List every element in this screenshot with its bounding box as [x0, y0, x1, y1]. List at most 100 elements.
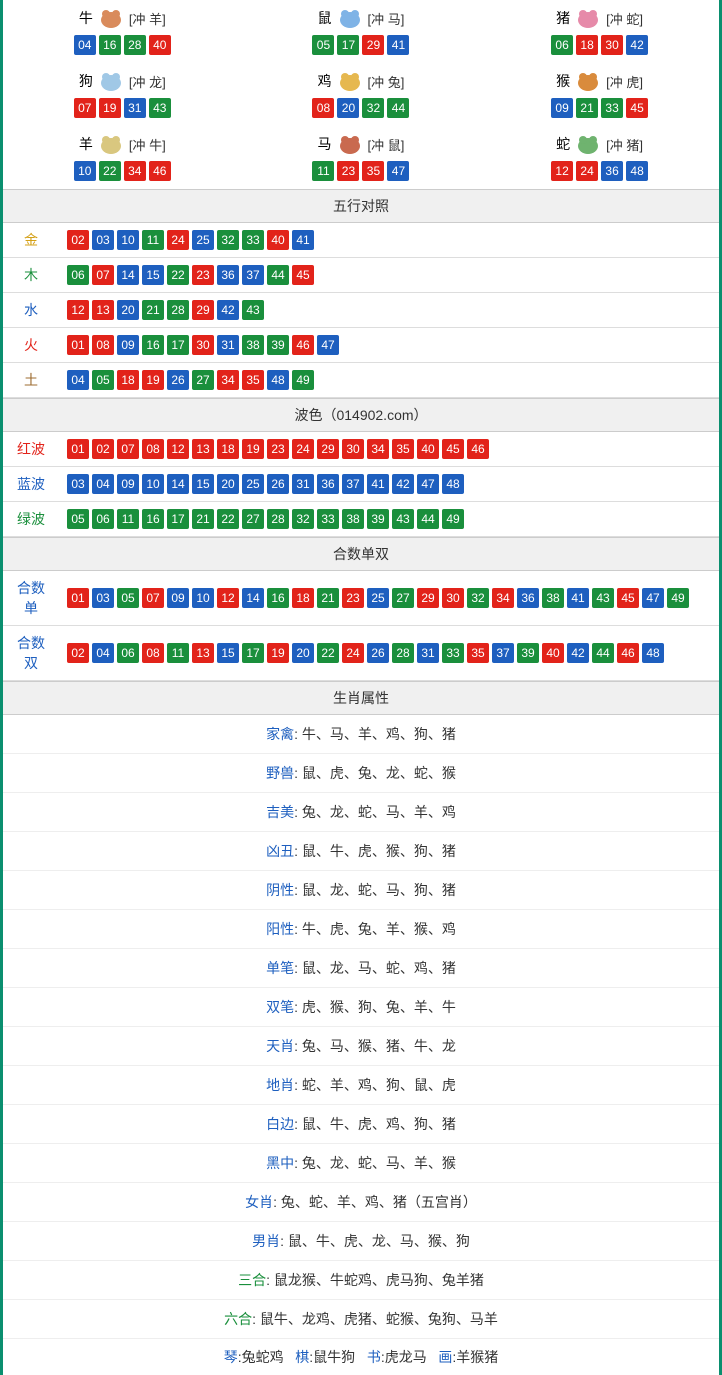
row-label: 合数双 — [3, 626, 59, 681]
row-label: 金 — [3, 223, 59, 258]
table-row: 合数单 010305070910121416182123252729303234… — [3, 571, 719, 626]
number-ball: 11 — [142, 230, 164, 250]
table-row: 红波 0102070812131819232429303435404546 — [3, 432, 719, 467]
number-ball: 41 — [367, 474, 389, 494]
number-ball: 25 — [192, 230, 214, 250]
number-ball: 35 — [362, 161, 384, 181]
zodiac-clash: [冲 羊] — [129, 9, 166, 28]
row-label: 火 — [3, 328, 59, 363]
number-ball: 43 — [392, 509, 414, 529]
attr-key: 白边 — [266, 1116, 294, 1132]
number-ball: 06 — [551, 35, 573, 55]
number-ball: 10 — [142, 474, 164, 494]
table-row: 金 02031011242532334041 — [3, 223, 719, 258]
attr-row: 男肖: 鼠、牛、虎、龙、马、猴、狗 — [3, 1222, 719, 1261]
number-ball: 30 — [192, 335, 214, 355]
attr-key: 男肖 — [252, 1233, 280, 1249]
attr-row: 野兽: 鼠、虎、兔、龙、蛇、猴 — [3, 754, 719, 793]
number-ball: 05 — [312, 35, 334, 55]
number-ball: 05 — [117, 588, 139, 608]
zodiac-name: 猪 — [556, 8, 570, 28]
number-ball: 10 — [117, 230, 139, 250]
number-ball: 19 — [99, 98, 121, 118]
number-ball: 29 — [317, 439, 339, 459]
attr-val: : 鼠、龙、蛇、马、狗、猪 — [294, 882, 456, 898]
qqs-key: 画 — [438, 1349, 452, 1365]
number-ball: 22 — [99, 161, 121, 181]
number-ball: 30 — [342, 439, 364, 459]
number-ball: 04 — [74, 35, 96, 55]
number-ball: 41 — [567, 588, 589, 608]
number-ball: 46 — [467, 439, 489, 459]
number-ball: 03 — [92, 230, 114, 250]
attr-val: : 牛、虎、兔、羊、猴、鸡 — [294, 921, 456, 937]
number-ball: 47 — [417, 474, 439, 494]
attr-val: : 兔、龙、蛇、马、羊、猴 — [294, 1155, 456, 1171]
zodiac-cell: 鸡 [冲 兔] 08203244 — [242, 63, 481, 126]
attr-key: 双笔 — [266, 999, 294, 1015]
row-label: 绿波 — [3, 502, 59, 537]
attr-row: 六合: 鼠牛、龙鸡、虎猪、蛇猴、兔狗、马羊 — [3, 1300, 719, 1339]
number-ball: 17 — [167, 335, 189, 355]
number-ball: 06 — [117, 643, 139, 663]
number-ball: 31 — [124, 98, 146, 118]
zodiac-clash: [冲 龙] — [129, 72, 166, 91]
attr-row: 天肖: 兔、马、猴、猪、牛、龙 — [3, 1027, 719, 1066]
number-ball: 48 — [642, 643, 664, 663]
number-ball: 42 — [626, 35, 648, 55]
number-ball: 44 — [417, 509, 439, 529]
row-label: 土 — [3, 363, 59, 398]
number-ball: 27 — [192, 370, 214, 390]
attr-val: : 牛、马、羊、鸡、狗、猪 — [294, 726, 456, 742]
attr-val: : 兔、蛇、羊、鸡、猪（五宫肖） — [273, 1194, 477, 1210]
number-ball: 09 — [167, 588, 189, 608]
zodiac-cell: 蛇 [冲 猪] 12243648 — [480, 126, 719, 189]
section-attrs-title: 生肖属性 — [3, 681, 719, 715]
table-row: 绿波 05061116172122272832333839434449 — [3, 502, 719, 537]
number-ball: 19 — [242, 439, 264, 459]
number-ball: 07 — [74, 98, 96, 118]
horse-icon — [334, 132, 366, 156]
number-ball: 06 — [92, 509, 114, 529]
attr-row: 白边: 鼠、牛、虎、鸡、狗、猪 — [3, 1105, 719, 1144]
number-ball: 01 — [67, 588, 89, 608]
number-ball: 07 — [117, 439, 139, 459]
number-ball: 47 — [642, 588, 664, 608]
number-ball: 19 — [267, 643, 289, 663]
number-ball: 16 — [99, 35, 121, 55]
number-ball: 36 — [317, 474, 339, 494]
number-ball: 47 — [387, 161, 409, 181]
number-ball: 31 — [417, 643, 439, 663]
number-ball: 18 — [217, 439, 239, 459]
attr-val: : 鼠牛、龙鸡、虎猪、蛇猴、兔狗、马羊 — [252, 1311, 498, 1327]
zodiac-cell: 狗 [冲 龙] 07193143 — [3, 63, 242, 126]
number-ball: 46 — [149, 161, 171, 181]
number-ball: 31 — [217, 335, 239, 355]
row-label: 木 — [3, 258, 59, 293]
number-ball: 30 — [442, 588, 464, 608]
attr-row: 地肖: 蛇、羊、鸡、狗、鼠、虎 — [3, 1066, 719, 1105]
number-ball: 39 — [367, 509, 389, 529]
number-ball: 12 — [217, 588, 239, 608]
number-ball: 07 — [142, 588, 164, 608]
number-ball: 32 — [467, 588, 489, 608]
number-ball: 08 — [142, 643, 164, 663]
attr-val: : 鼠、牛、虎、鸡、狗、猪 — [294, 1116, 456, 1132]
number-ball: 45 — [626, 98, 648, 118]
number-ball: 11 — [312, 161, 334, 181]
attr-row: 黑中: 兔、龙、蛇、马、羊、猴 — [3, 1144, 719, 1183]
monkey-icon — [572, 69, 604, 93]
number-ball: 32 — [362, 98, 384, 118]
attr-val: : 兔、马、猴、猪、牛、龙 — [294, 1038, 456, 1054]
number-ball: 09 — [117, 335, 139, 355]
attr-row: 阳性: 牛、虎、兔、羊、猴、鸡 — [3, 910, 719, 949]
number-ball: 05 — [67, 509, 89, 529]
number-ball: 29 — [192, 300, 214, 320]
number-ball: 40 — [542, 643, 564, 663]
number-ball: 48 — [442, 474, 464, 494]
number-ball: 29 — [362, 35, 384, 55]
zodiac-cell: 牛 [冲 羊] 04162840 — [3, 0, 242, 63]
qqs-val: :羊猴猪 — [452, 1349, 498, 1365]
number-ball: 41 — [292, 230, 314, 250]
number-ball: 23 — [192, 265, 214, 285]
